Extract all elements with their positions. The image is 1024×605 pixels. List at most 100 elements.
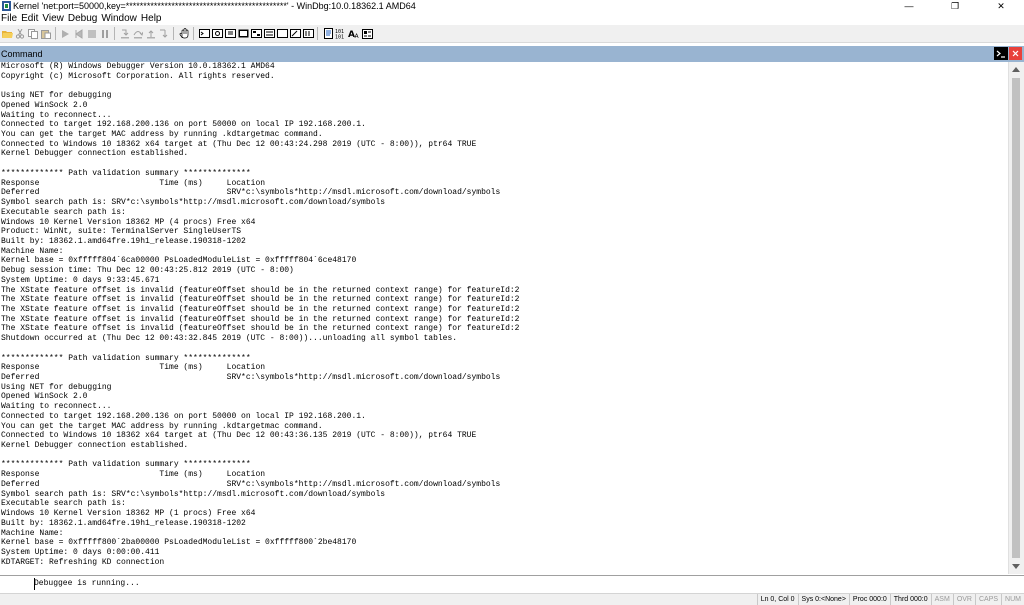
output-line: Connected to Windows 10 18362 x64 target… (1, 139, 477, 149)
minimize-icon: — (904, 1, 914, 11)
output-line: Executable search path is: (1, 499, 126, 509)
command-window-icon[interactable] (198, 28, 210, 40)
go-icon[interactable] (60, 28, 72, 40)
menu-window[interactable]: Window (100, 12, 140, 25)
output-line: Deferred SRV*c:\symbols*http://msdl.micr… (1, 479, 501, 489)
source-mode-icon[interactable] (322, 28, 334, 40)
output-line: Connected to Windows 10 18362 x64 target… (1, 431, 477, 441)
scratch-pad-icon[interactable] (289, 28, 301, 40)
restore-button[interactable]: ❐ (932, 0, 978, 12)
output-line: The XState feature offset is invalid (fe… (1, 304, 520, 314)
output-line: Shutdown occurred at (Thu Dec 12 00:43:3… (1, 334, 458, 344)
toolbar-separator (55, 27, 56, 40)
output-scrollbar[interactable] (1008, 62, 1024, 574)
options-icon[interactable] (361, 28, 373, 40)
command-window-title: Command (1, 49, 43, 59)
menu-view[interactable]: View (41, 12, 67, 25)
locals-window-icon[interactable] (224, 28, 236, 40)
input-caret (34, 578, 35, 590)
menu-debug[interactable]: Debug (67, 12, 100, 25)
command-prompt-button[interactable] (994, 47, 1008, 60)
toolbar-separator (317, 27, 318, 40)
memory-window-icon[interactable] (250, 28, 262, 40)
disassembly-window-icon[interactable] (276, 28, 288, 40)
restart-icon[interactable] (73, 28, 85, 40)
status-sys: Sys 0:<None> (797, 594, 849, 605)
paste-icon[interactable] (40, 28, 52, 40)
window-controls: — ❐ ✕ (886, 0, 1024, 12)
output-line: KDTARGET: Refreshing KD connection (1, 557, 165, 567)
call-stack-icon[interactable] (263, 28, 275, 40)
output-line: Waiting to reconnect... (1, 402, 112, 412)
close-icon (1012, 50, 1019, 57)
font-icon[interactable]: AA (348, 28, 360, 40)
output-line: Opened WinSock 2.0 (1, 100, 88, 110)
stop-debugging-icon[interactable] (86, 28, 98, 40)
command-prompt-label (0, 576, 32, 592)
window-title: Kernel 'net:port=50000,key=*************… (13, 1, 416, 11)
terminal-icon (996, 50, 1005, 58)
output-line: Response Time (ms) Location (1, 178, 266, 188)
output-line: The XState feature offset is invalid (fe… (1, 295, 520, 305)
binary-toggle-icon[interactable]: 101 101 (335, 28, 347, 40)
step-out-icon[interactable] (145, 28, 157, 40)
output-line: ************* Path validation summary **… (1, 460, 251, 470)
restore-icon: ❐ (950, 0, 960, 11)
output-line: Executable search path is: (1, 207, 126, 217)
title-bar: Kernel 'net:port=50000,key=*************… (0, 0, 1024, 12)
output-line: System Uptime: 0 days 9:33:45.671 (1, 275, 160, 285)
output-line: Symbol search path is: SRV*c:\symbols*ht… (1, 489, 386, 499)
close-button[interactable]: ✕ (978, 0, 1024, 12)
toolbar: 101 101 AA (0, 25, 1024, 43)
status-line-col: Ln 0, Col 0 (756, 594, 798, 605)
output-line: Deferred SRV*c:\symbols*http://msdl.micr… (1, 373, 501, 382)
output-line: Debug session time: Thu Dec 12 00:43:25.… (1, 266, 294, 276)
menu-help[interactable]: Help (140, 12, 165, 25)
scrollbar-thumb[interactable] (1012, 78, 1020, 558)
command-window-header: Command (0, 46, 1024, 62)
cut-icon[interactable] (14, 28, 26, 40)
output-line: You can get the target MAC address by ru… (1, 421, 323, 431)
copy-icon[interactable] (27, 28, 39, 40)
menu-file[interactable]: File (0, 12, 20, 25)
output-line: Machine Name: (1, 246, 64, 256)
output-line: Connected to target 192.168.200.136 on p… (1, 120, 366, 130)
output-line: System Uptime: 0 days 0:00:00.411 (1, 547, 160, 557)
step-into-icon[interactable] (119, 28, 131, 40)
output-line: Kernel Debugger connection established. (1, 441, 189, 451)
registers-window-icon[interactable] (237, 28, 249, 40)
menu-edit[interactable]: Edit (20, 12, 41, 25)
run-to-cursor-icon[interactable] (158, 28, 170, 40)
menu-bar: File Edit View Debug Window Help (0, 12, 1024, 25)
output-line: ************* Path validation summary **… (1, 353, 251, 363)
status-asm: ASM (930, 594, 953, 605)
toolbar-separator (114, 27, 115, 40)
open-icon[interactable] (1, 28, 13, 40)
output-line: Using NET for debugging (1, 91, 112, 101)
output-line: Microsoft (R) Windows Debugger Version 1… (1, 62, 275, 71)
output-line: Response Time (ms) Location (1, 363, 266, 373)
scroll-down-arrow[interactable] (1012, 564, 1020, 569)
output-line: Windows 10 Kernel Version 18362 MP (1 pr… (1, 509, 256, 519)
processes-threads-icon[interactable] (302, 28, 314, 40)
status-ovr: OVR (952, 594, 975, 605)
output-line: Kernel base = 0xfffff804`6ca00000 PsLoad… (1, 256, 357, 266)
watch-window-icon[interactable] (211, 28, 223, 40)
close-icon: ✕ (997, 0, 1005, 11)
output-line: Built by: 18362.1.amd64fre.19h1_release.… (1, 236, 246, 246)
break-icon[interactable] (99, 28, 111, 40)
command-input[interactable] (34, 577, 1022, 590)
minimize-button[interactable]: — (886, 0, 932, 12)
output-line: Copyright (c) Microsoft Corporation. All… (1, 71, 275, 81)
command-window-close-button[interactable] (1009, 47, 1022, 60)
output-line: Machine Name: (1, 528, 64, 538)
command-output[interactable]: Microsoft (R) Windows Debugger Version 1… (0, 62, 1008, 574)
hand-icon[interactable] (178, 28, 190, 40)
output-line: Built by: 18362.1.amd64fre.19h1_release.… (1, 518, 246, 528)
toolbar-separator (173, 27, 174, 40)
step-over-icon[interactable] (132, 28, 144, 40)
scroll-up-arrow[interactable] (1012, 67, 1020, 72)
status-thrd: Thrd 000:0 (889, 594, 931, 605)
